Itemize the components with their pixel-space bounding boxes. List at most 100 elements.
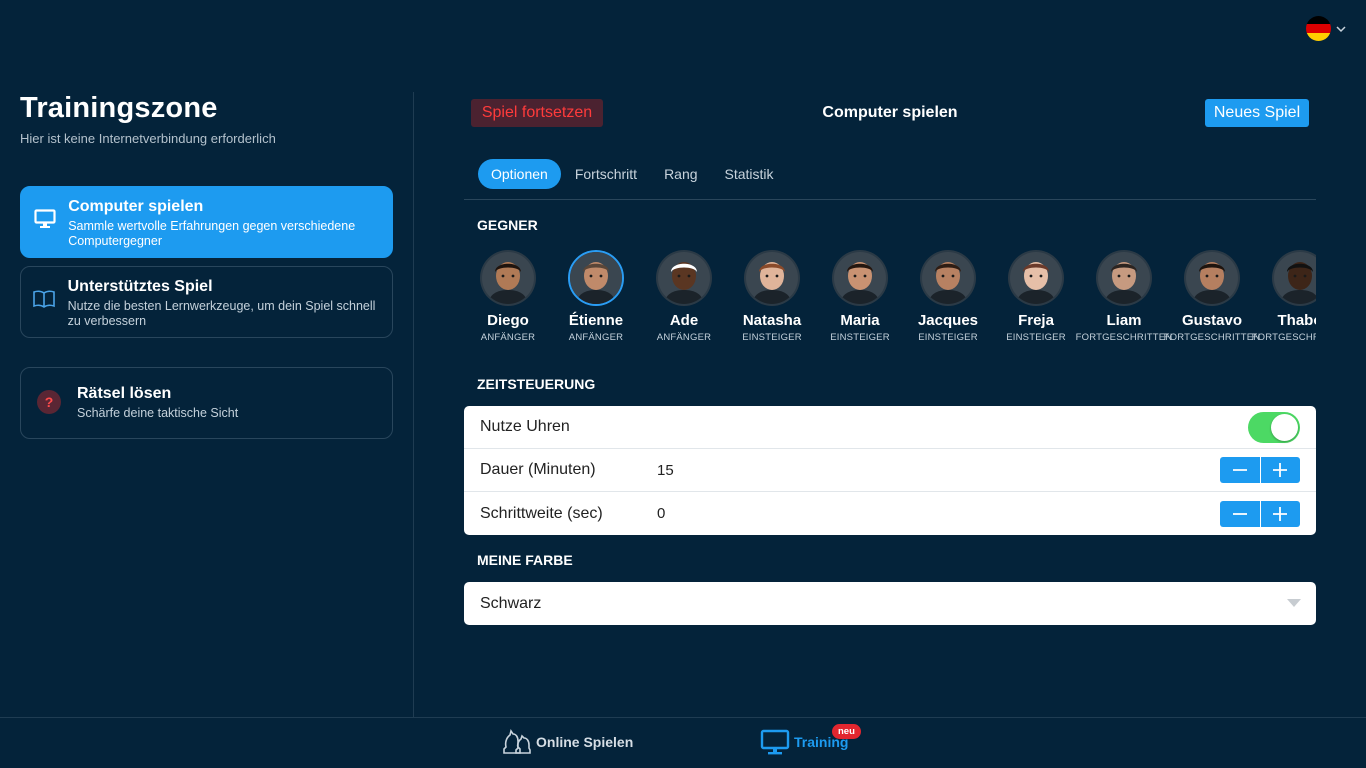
question-icon: ? xyxy=(21,368,77,414)
app-root: Trainingszone Hier ist keine Internetver… xyxy=(0,0,1366,768)
tab-options[interactable]: Optionen xyxy=(478,159,561,189)
opponent-name: Maria xyxy=(840,312,880,329)
tab-bar: Optionen Fortschritt Rang Statistik xyxy=(478,159,788,189)
opponent-name: Gustavo xyxy=(1181,312,1242,329)
opponent-card[interactable]: Étienne ANFÄNGER xyxy=(552,250,640,350)
opponent-name: Liam xyxy=(1106,312,1142,329)
use-clock-row: Nutze Uhren xyxy=(464,406,1316,449)
opponent-level: FORTGESCHRITTEN xyxy=(1251,332,1316,343)
new-badge: neu xyxy=(832,724,861,739)
opponent-list: Diego ANFÄNGER Étienne ANFÄNGER Ade ANFÄNGER N… xyxy=(464,250,1316,350)
increment-row: Schrittweite (sec) 0 xyxy=(464,492,1316,535)
section-title: Computer spielen xyxy=(822,104,958,121)
opponent-card[interactable]: Ade ANFÄNGER xyxy=(640,250,728,350)
language-selector[interactable] xyxy=(1306,16,1347,41)
opponent-name: Diego xyxy=(487,312,529,329)
monitor-icon xyxy=(760,729,790,755)
mode-title: Rätsel lösen xyxy=(77,385,172,402)
chevron-down-icon xyxy=(1336,25,1346,32)
tab-statistics[interactable]: Statistik xyxy=(712,159,787,189)
continue-game-button[interactable]: Spiel fortsetzen xyxy=(471,99,603,127)
chess-knight-icon xyxy=(503,729,531,754)
opponent-avatar xyxy=(832,250,888,306)
color-select-value: Schwarz xyxy=(480,594,542,612)
opponent-level: EINSTEIGER xyxy=(1006,332,1066,343)
nav-online-play[interactable]: Online Spielen xyxy=(500,728,633,756)
flag-germany-icon xyxy=(1306,16,1331,41)
duration-value: 15 xyxy=(657,461,674,479)
mode-card-computer[interactable]: Computer spielen Sammle wertvolle Erfahr… xyxy=(20,186,393,258)
opponent-name: Natasha xyxy=(742,312,802,329)
nav-training[interactable]: Training neu xyxy=(760,724,861,756)
use-clock-label: Nutze Uhren xyxy=(480,418,570,435)
color-select[interactable]: Schwarz xyxy=(464,582,1316,625)
opponent-avatar xyxy=(744,250,800,306)
opponent-card[interactable]: Liam FORTGESCHRITTEN xyxy=(1076,250,1172,350)
opponent-level: ANFÄNGER xyxy=(480,332,536,343)
minus-icon xyxy=(1232,512,1247,515)
opponent-card[interactable]: Jacques EINSTEIGER xyxy=(904,250,992,350)
left-panel: Trainingszone Hier ist keine Internetver… xyxy=(20,92,394,146)
increment-stepper xyxy=(1220,500,1300,527)
color-select-row: Schwarz xyxy=(464,582,1316,625)
svg-text:?: ? xyxy=(45,394,54,410)
increment-label: Schrittweite (sec) xyxy=(480,504,603,522)
opponent-avatar xyxy=(1008,250,1064,306)
opponent-level: ANFÄNGER xyxy=(656,332,712,343)
opponent-name: Jacques xyxy=(917,312,979,329)
opponent-name: Freja xyxy=(1018,312,1054,329)
opponent-level: EINSTEIGER xyxy=(918,332,978,343)
monitor-icon xyxy=(21,187,68,229)
caret-down-icon xyxy=(1287,599,1301,607)
mode-description: Schärfe deine taktische Sicht xyxy=(77,406,239,420)
opponent-avatar xyxy=(1184,250,1240,306)
mode-description: Nutze die besten Lernwerkzeuge, um dein … xyxy=(67,299,376,328)
opponent-avatar xyxy=(1096,250,1152,306)
bottom-divider xyxy=(0,717,1366,718)
time-control-panel: Nutze Uhren Dauer (Minuten) 15 Schrittwe… xyxy=(464,406,1316,535)
new-game-button[interactable]: Neues Spiel xyxy=(1205,99,1309,127)
opponent-avatar xyxy=(1272,250,1316,306)
toggle-knob xyxy=(1271,413,1298,441)
opponent-level: EINSTEIGER xyxy=(830,332,890,343)
duration-decrement-button[interactable] xyxy=(1220,457,1261,483)
mode-card-assisted[interactable]: Unterstütztes Spiel Nutze die besten Ler… xyxy=(20,266,393,338)
book-icon xyxy=(21,267,68,309)
increment-value: 0 xyxy=(657,505,666,522)
mode-description: Sammle wertvolle Erfahrungen gegen versc… xyxy=(68,219,356,248)
opponent-level: FORTGESCHRITTEN xyxy=(1163,332,1261,343)
opponent-avatar xyxy=(568,250,624,306)
use-clock-toggle[interactable] xyxy=(1248,411,1300,443)
opponent-level: ANFÄNGER xyxy=(568,332,624,343)
tab-rank[interactable]: Rang xyxy=(651,159,710,189)
tab-progress[interactable]: Fortschritt xyxy=(562,159,650,189)
duration-row: Dauer (Minuten) 15 xyxy=(464,449,1316,492)
page-subtitle: Hier ist keine Internetverbindung erford… xyxy=(20,131,276,146)
opponent-avatar xyxy=(656,250,712,306)
duration-stepper xyxy=(1220,457,1300,483)
opponent-card[interactable]: Natasha EINSTEIGER xyxy=(728,250,816,350)
opponent-card[interactable]: Gustavo FORTGESCHRITTEN xyxy=(1164,250,1260,350)
opponent-name: Étienne xyxy=(568,312,624,329)
opponent-card[interactable]: Diego ANFÄNGER xyxy=(464,250,552,350)
increment-increment-button[interactable] xyxy=(1260,500,1300,527)
vertical-divider xyxy=(413,92,414,717)
plus-icon xyxy=(1273,506,1288,521)
opponent-card[interactable]: Freja EINSTEIGER xyxy=(992,250,1080,350)
time-control-heading: ZEITSTEUERUNG xyxy=(477,376,596,392)
nav-online-label: Online Spielen xyxy=(536,734,634,750)
increment-decrement-button[interactable] xyxy=(1220,500,1261,527)
duration-increment-button[interactable] xyxy=(1260,457,1300,483)
opponent-card[interactable]: Thabo FORTGESCHRITTEN xyxy=(1252,250,1316,350)
mode-title: Unterstütztes Spiel xyxy=(67,278,213,295)
opponent-level: FORTGESCHRITTEN xyxy=(1075,332,1173,343)
opponents-heading: GEGNER xyxy=(477,217,538,233)
mode-card-puzzles[interactable]: ? Rätsel lösen Schärfe deine taktische S… xyxy=(20,367,393,439)
tabs-divider xyxy=(464,199,1316,200)
opponent-card[interactable]: Maria EINSTEIGER xyxy=(816,250,904,350)
plus-icon xyxy=(1273,463,1288,477)
mode-title: Computer spielen xyxy=(68,198,204,215)
opponent-level: EINSTEIGER xyxy=(742,332,802,343)
opponent-avatar xyxy=(480,250,536,306)
duration-label: Dauer (Minuten) xyxy=(480,461,596,478)
